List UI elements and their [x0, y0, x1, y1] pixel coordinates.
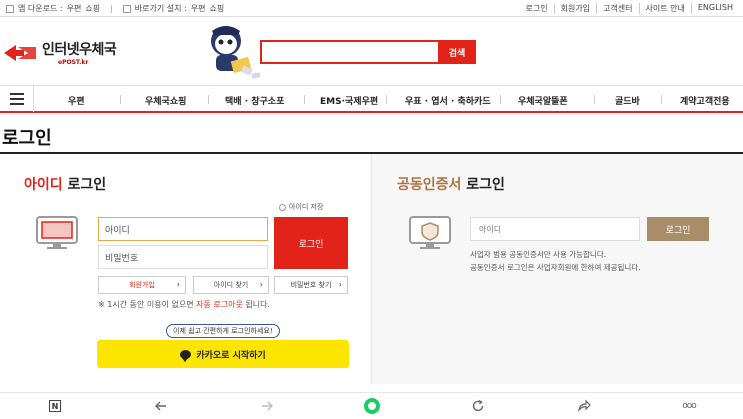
shortcut-post-link[interactable]: 우편 [191, 3, 206, 14]
id-login-panel: 아이디 로그인 아이디 저장 아이디 비밀번호 로그인 회원가입 › 아이디 찾… [0, 154, 372, 384]
page-title: 로그인 [2, 128, 52, 149]
back-arrow-icon[interactable] [153, 398, 169, 414]
top-right-links: 로그인 회원가입 고객센터 사이트 안내 ENGLISH [520, 3, 740, 14]
nav-item-ems[interactable]: EMS·국제우편 [320, 94, 378, 107]
checkbox-icon [122, 4, 131, 13]
certificate-login-panel: 공동인증서 로그인 아이디 로그인 사업자 범용 공동인증서만 사용 가능합니다… [372, 154, 743, 384]
signup-button[interactable]: 회원가입 › [98, 276, 186, 294]
postman-mascot-icon [211, 26, 261, 79]
forward-arrow-icon[interactable] [259, 398, 275, 414]
epost-logo-mark-icon [2, 41, 38, 65]
chevron-right-icon: › [259, 280, 263, 289]
id-input[interactable]: 아이디 [98, 217, 268, 241]
site-guide-link[interactable]: 사이트 안내 [638, 3, 691, 14]
cert-login-title: 공동인증서 로그인 [397, 177, 505, 193]
shortcut-label: 바로가기 설치 : [134, 4, 187, 13]
search-button[interactable]: 검색 [438, 40, 476, 64]
id-login-title: 아이디 로그인 [24, 177, 107, 193]
nav-item-shopping[interactable]: 우체국쇼핑 [145, 94, 186, 107]
nav-item-stamp[interactable]: 우표 · 엽서 · 축하카드 [405, 94, 491, 107]
nav-item-mobile[interactable]: 우체국알뜰폰 [518, 94, 568, 107]
remember-id-label: 아이디 저장 [289, 203, 324, 211]
divider: | [110, 4, 113, 13]
id-login-button[interactable]: 로그인 [274, 217, 348, 269]
chevron-right-icon: › [338, 280, 342, 289]
kakao-tooltip: 이제 쉽고 간편하게 로그인하세요! [166, 324, 280, 338]
search-box: 검색 [260, 40, 476, 64]
nav-item-post[interactable]: 우편 [68, 94, 85, 107]
naver-n-icon[interactable]: N [47, 398, 63, 414]
main-nav: 우편 우체국쇼핑 택배 · 창구소포 EMS·국제우편 우표 · 엽서 · 축하… [0, 85, 743, 113]
app-download-post-link[interactable]: 우편 [67, 3, 82, 14]
kakao-talk-icon [180, 349, 192, 362]
find-id-label: 아이디 찾기 [213, 281, 249, 289]
app-download-label: 앱 다운로드 : [18, 4, 63, 13]
monitor-icon [36, 216, 78, 249]
cert-id-input[interactable]: 아이디 [470, 217, 640, 241]
kakao-login-label: 카카오로 시작하기 [196, 350, 266, 361]
checkbox-icon [279, 203, 286, 211]
checkbox-icon [6, 4, 14, 13]
logo-korean-text: 인터넷우체국 [42, 42, 117, 58]
epost-logo[interactable]: 인터넷우체국 ePOST.kr [2, 39, 117, 66]
login-link[interactable]: 로그인 [520, 3, 554, 14]
refresh-icon[interactable] [470, 398, 486, 414]
hamburger-menu-icon[interactable] [0, 86, 34, 112]
find-id-button[interactable]: 아이디 찾기 › [193, 276, 269, 294]
find-password-button[interactable]: 비밀번호 찾기 › [274, 276, 348, 294]
browser-bottom-bar: N ooo [0, 392, 743, 419]
english-link[interactable]: ENGLISH [690, 3, 739, 14]
cert-login-button[interactable]: 로그인 [647, 217, 709, 241]
nav-item-goldbar[interactable]: 골드바 [615, 94, 640, 107]
remember-id-checkbox[interactable]: 아이디 저장 [279, 202, 323, 212]
customer-center-link[interactable]: 고객센터 [596, 3, 638, 14]
more-icon[interactable]: ooo [681, 398, 697, 414]
app-download-shop-link[interactable]: 쇼핑 [85, 3, 100, 14]
kakao-login-button[interactable]: 카카오로 시작하기 [97, 340, 349, 368]
green-circle-icon[interactable] [364, 398, 380, 414]
site-header: 인터넷우체국 ePOST.kr 검색 [0, 17, 743, 85]
cert-desc-2: 공동인증서 로그인은 사업자회원에 한하여 제공됩니다. [470, 263, 641, 272]
signup-link[interactable]: 회원가입 [553, 3, 596, 14]
certificate-monitor-icon [409, 216, 451, 249]
logo-english-text: ePOST.kr [58, 59, 89, 66]
chevron-right-icon: › [176, 280, 180, 289]
shortcut-shop-link[interactable]: 쇼핑 [209, 3, 224, 14]
top-utility-bar: 앱 다운로드 : 우편 쇼핑 | 바로가기 설치 : 우편 쇼핑 로그인 회원가… [0, 0, 743, 17]
install-links: 앱 다운로드 : 우편 쇼핑 | 바로가기 설치 : 우편 쇼핑 [6, 3, 224, 14]
search-input[interactable] [262, 42, 440, 62]
share-icon[interactable] [576, 398, 592, 414]
nav-item-parcel[interactable]: 택배 · 창구소포 [225, 94, 284, 107]
nav-item-contract[interactable]: 계약고객전용 [680, 94, 730, 107]
signup-button-label: 회원가입 [129, 281, 155, 289]
find-password-label: 비밀번호 찾기 [290, 281, 332, 289]
password-input[interactable]: 비밀번호 [98, 245, 268, 269]
auto-logout-note: ※ 1시간 동안 이용이 없으면 자동 로그아웃 됩니다. [98, 300, 270, 309]
cert-desc-1: 사업자 범용 공동인증서만 사용 가능합니다. [470, 250, 607, 259]
